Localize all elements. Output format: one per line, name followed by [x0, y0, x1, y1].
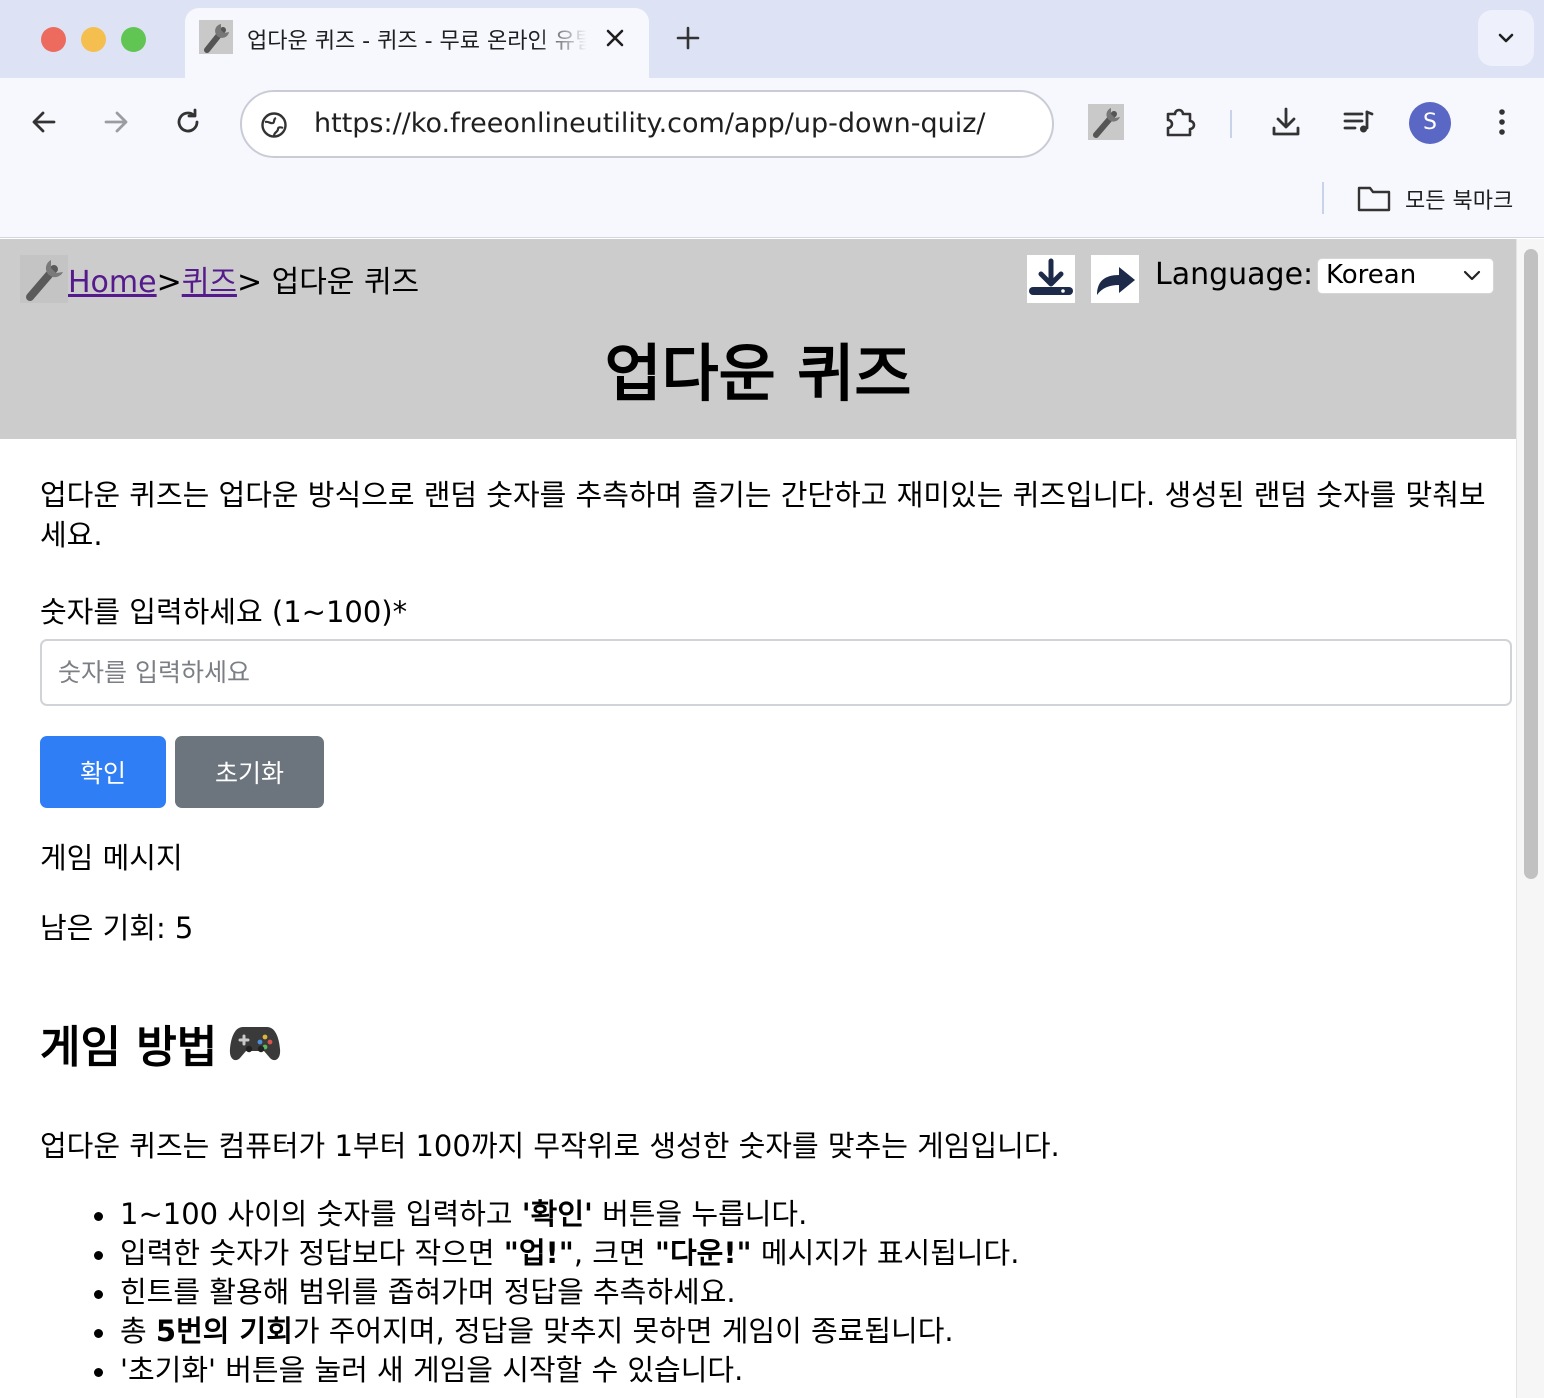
language-selected-value: Korean: [1326, 260, 1417, 290]
breadcrumb-home-link[interactable]: Home: [68, 265, 157, 300]
bookmarks-bar: 모든 북마크: [0, 170, 1544, 238]
breadcrumb-separator: >: [156, 265, 182, 300]
rules-list: 1~100 사이의 숫자를 입력하고 '확인' 버튼을 누릅니다. 입력한 숫자…: [93, 1195, 1019, 1390]
remaining-chances: 남은 기회: 5: [40, 911, 194, 945]
game-message: 게임 메시지: [40, 841, 183, 875]
list-item: 1~100 사이의 숫자를 입력하고 '확인' 버튼을 누릅니다.: [93, 1195, 1019, 1234]
window-maximize-button[interactable]: [121, 27, 146, 52]
download-icon[interactable]: [1268, 104, 1304, 140]
active-tab[interactable]: 업다운 퀴즈 - 퀴즈 - 무료 온라인 유틸리티: [185, 8, 649, 78]
window-close-button[interactable]: [41, 27, 66, 52]
number-input[interactable]: [40, 639, 1512, 706]
all-bookmarks-link[interactable]: 모든 북마크: [1405, 183, 1513, 215]
how-to-play-heading: 게임 방법: [40, 1011, 281, 1075]
wrench-icon: [199, 20, 233, 54]
tab-title: 업다운 퀴즈 - 퀴즈 - 무료 온라인 유틸리티: [247, 29, 587, 54]
tab-strip: 업다운 퀴즈 - 퀴즈 - 무료 온라인 유틸리티: [0, 0, 1544, 78]
folder-icon[interactable]: [1357, 184, 1391, 212]
reset-button[interactable]: 초기화: [175, 736, 324, 808]
breadcrumb-current: > 업다운 퀴즈: [236, 265, 420, 300]
profile-avatar[interactable]: S: [1409, 102, 1451, 144]
extension-wrench-icon[interactable]: [1088, 104, 1124, 140]
tab-search-button[interactable]: [1478, 10, 1534, 66]
tab-close-icon[interactable]: [601, 24, 629, 52]
game-controller-icon: [230, 1027, 281, 1061]
page-title: 업다운 퀴즈: [604, 337, 912, 410]
install-download-icon[interactable]: [1027, 255, 1075, 303]
how-to-play-title: 게임 방법: [40, 1022, 218, 1073]
toolbar-divider: [1230, 110, 1232, 138]
kebab-menu-icon[interactable]: [1484, 104, 1520, 140]
language-label: Language:: [1155, 257, 1314, 292]
url-text: https://ko.freeonlineutility.com/app/up-…: [314, 108, 986, 139]
breadcrumb-quiz-link[interactable]: 퀴즈: [182, 265, 237, 300]
media-queue-icon[interactable]: [1340, 104, 1376, 140]
list-item: 총 5번의 기회가 주어지며, 정답을 맞추지 못하면 게임이 종료됩니다.: [93, 1312, 1019, 1351]
page-viewport: Home>퀴즈> 업다운 퀴즈 Language: Korean 업다운 퀴즈 …: [0, 239, 1544, 1398]
bookmarks-divider: [1322, 182, 1324, 214]
language-select[interactable]: Korean: [1317, 258, 1494, 294]
page-header: Home>퀴즈> 업다운 퀴즈 Language: Korean 업다운 퀴즈: [0, 239, 1516, 439]
extensions-puzzle-icon[interactable]: [1162, 104, 1198, 140]
confirm-button[interactable]: 확인: [40, 736, 166, 808]
scrollbar-thumb[interactable]: [1524, 249, 1538, 879]
number-input-label: 숫자를 입력하세요 (1~100)*: [40, 595, 408, 629]
list-item: 입력한 숫자가 정답보다 작으면 "업!", 크면 "다운!" 메시지가 표시됩…: [93, 1234, 1019, 1273]
chevron-down-icon: [1498, 33, 1514, 43]
address-bar[interactable]: https://ko.freeonlineutility.com/app/up-…: [240, 90, 1054, 158]
page-scrollbar[interactable]: [1516, 239, 1544, 1398]
list-item: '초기화' 버튼을 눌러 새 게임을 시작할 수 있습니다.: [93, 1351, 1019, 1390]
share-arrow-icon[interactable]: [1091, 255, 1139, 303]
main-content: 업다운 퀴즈는 업다운 방식으로 랜덤 숫자를 추측하며 즐기는 간단하고 재미…: [40, 475, 1512, 1395]
breadcrumb: Home>퀴즈> 업다운 퀴즈: [68, 257, 419, 301]
chevron-down-icon: [1463, 270, 1481, 281]
site-logo-wrench-icon[interactable]: [20, 255, 68, 303]
site-info-icon[interactable]: [260, 111, 288, 139]
forward-arrow-icon[interactable]: [96, 102, 136, 142]
back-arrow-icon[interactable]: [24, 102, 64, 142]
browser-toolbar: https://ko.freeonlineutility.com/app/up-…: [0, 78, 1544, 170]
quiz-description: 업다운 퀴즈는 업다운 방식으로 랜덤 숫자를 추측하며 즐기는 간단하고 재미…: [40, 478, 1486, 552]
reload-icon[interactable]: [168, 102, 208, 142]
how-to-play-intro: 업다운 퀴즈는 컴퓨터가 1부터 100까지 무작위로 생성한 숫자를 맞추는 …: [40, 1129, 1060, 1163]
list-item: 힌트를 활용해 범위를 좁혀가며 정답을 추측하세요.: [93, 1273, 1019, 1312]
window-minimize-button[interactable]: [81, 27, 106, 52]
new-tab-icon[interactable]: [672, 22, 704, 54]
